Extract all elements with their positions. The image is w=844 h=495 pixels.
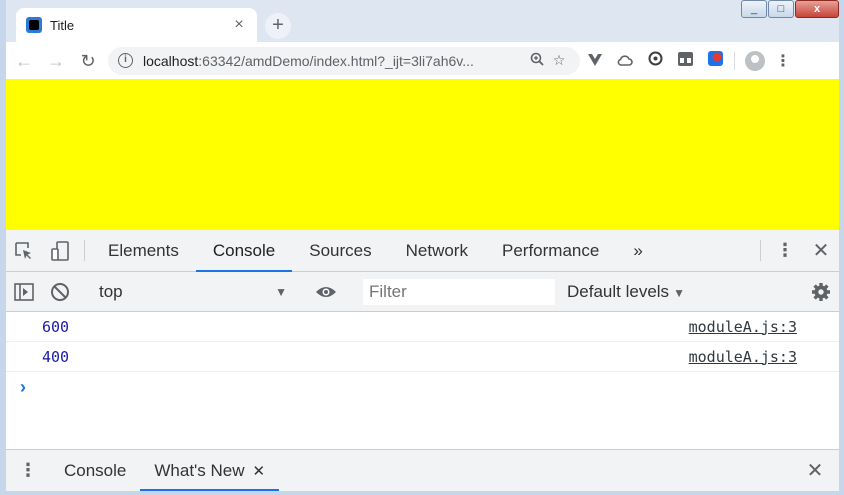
close-window-button[interactable]: x [795,0,839,18]
profile-avatar-icon[interactable] [745,50,765,71]
dropdown-arrow-icon: ▼ [275,284,287,299]
inspect-element-icon[interactable] [6,230,42,271]
console-log-row: 400 moduleA.js:3 [6,342,839,372]
browser-menu-icon[interactable]: ⋮ [771,51,795,71]
more-tabs-chevron-icon[interactable]: » [616,230,659,271]
console-prompt[interactable]: › [6,372,839,402]
new-tab-button[interactable]: + [265,13,291,39]
drawer-tab-whats-new[interactable]: What's New ✕ [140,450,279,491]
console-log-row: 600 moduleA.js:3 [6,312,839,342]
live-expression-eye-icon[interactable] [308,285,344,299]
browser-toolbar: ← → ↻ i localhost:63342/amdDemo/index.ht… [6,42,839,79]
log-source-link[interactable]: moduleA.js:3 [689,318,797,336]
drawer-tab-whats-new-label: What's New [154,460,245,480]
tab-elements[interactable]: Elements [91,230,196,271]
tab-console[interactable]: Console [195,230,293,272]
prompt-chevron-icon: › [20,376,26,397]
console-output[interactable]: 600 moduleA.js:3 400 moduleA.js:3 › [6,312,839,450]
extension-sync-icon[interactable] [640,47,670,75]
extension-cloud-icon[interactable] [610,47,640,75]
bookmark-star-icon[interactable]: ☆ [548,52,570,69]
tab-network[interactable]: Network [389,230,485,271]
tab-title: Title [50,17,75,33]
levels-caret-icon: ▼ [673,285,685,300]
browser-tab[interactable]: Title × [16,8,257,42]
reload-button[interactable]: ↻ [74,47,102,75]
extension-vue-icon[interactable] [580,47,610,75]
page-viewport [6,79,839,230]
browser-window: Title × + _ □ x ← → ↻ i localhost:63342/… [0,0,844,495]
console-toolbar: top ▼ Default levels▼ [6,272,839,312]
console-settings-gear-icon[interactable] [803,282,839,302]
log-value: 600 [42,317,70,336]
minimize-button[interactable]: _ [741,0,767,18]
close-devtools-icon[interactable]: ✕ [803,230,839,271]
tab-performance[interactable]: Performance [485,230,616,271]
tab-sources[interactable]: Sources [292,230,388,271]
extension-badge-icon[interactable] [700,47,730,75]
drawer-tab-console[interactable]: Console [50,450,140,491]
back-button[interactable]: ← [10,47,38,75]
log-value: 400 [42,347,70,366]
devtools-menu-icon[interactable]: ⋮ [767,230,803,271]
window-controls: _ □ x [740,0,839,18]
devtools-drawer: ⋮ Console What's New ✕ ✕ [6,449,839,491]
tab-separator [84,240,85,261]
tab-close-icon[interactable]: × [231,17,247,33]
context-selector[interactable]: top ▼ [95,279,295,305]
devtools-panel: Elements Console Sources Network Perform… [6,230,839,491]
clear-console-icon[interactable] [42,282,78,302]
tab-separator-right [760,240,761,261]
log-levels-label: Default levels [567,281,670,301]
log-source-link[interactable]: moduleA.js:3 [689,348,797,366]
close-drawer-icon[interactable]: ✕ [797,450,833,491]
favicon-icon [26,17,42,33]
toolbar-separator [734,51,735,70]
console-filter-input[interactable] [363,278,555,305]
drawer-tab-console-label: Console [64,460,127,480]
show-sidebar-icon[interactable] [6,282,42,301]
address-bar[interactable]: i localhost:63342/amdDemo/index.html?_ij… [108,46,580,75]
extension-grid-icon[interactable] [670,47,700,75]
drawer-menu-icon[interactable]: ⋮ [6,450,50,491]
log-levels-dropdown[interactable]: Default levels ▼ [567,282,685,302]
url-path: :63342/amdDemo/index.html?_ijt=3li7ah6v.… [198,52,474,69]
url-host: localhost [143,52,199,69]
forward-button[interactable]: → [42,47,70,75]
tab-strip: Title × + _ □ x [6,0,839,42]
maximize-button[interactable]: □ [768,0,794,18]
context-value: top [99,281,123,301]
close-tab-icon[interactable]: ✕ [253,462,266,480]
url-text[interactable]: localhost:63342/amdDemo/index.html?_ijt=… [143,53,526,69]
device-toolbar-icon[interactable] [42,230,78,271]
zoom-icon[interactable] [526,52,548,69]
devtools-tab-bar: Elements Console Sources Network Perform… [6,230,839,272]
site-info-icon[interactable]: i [118,53,133,68]
